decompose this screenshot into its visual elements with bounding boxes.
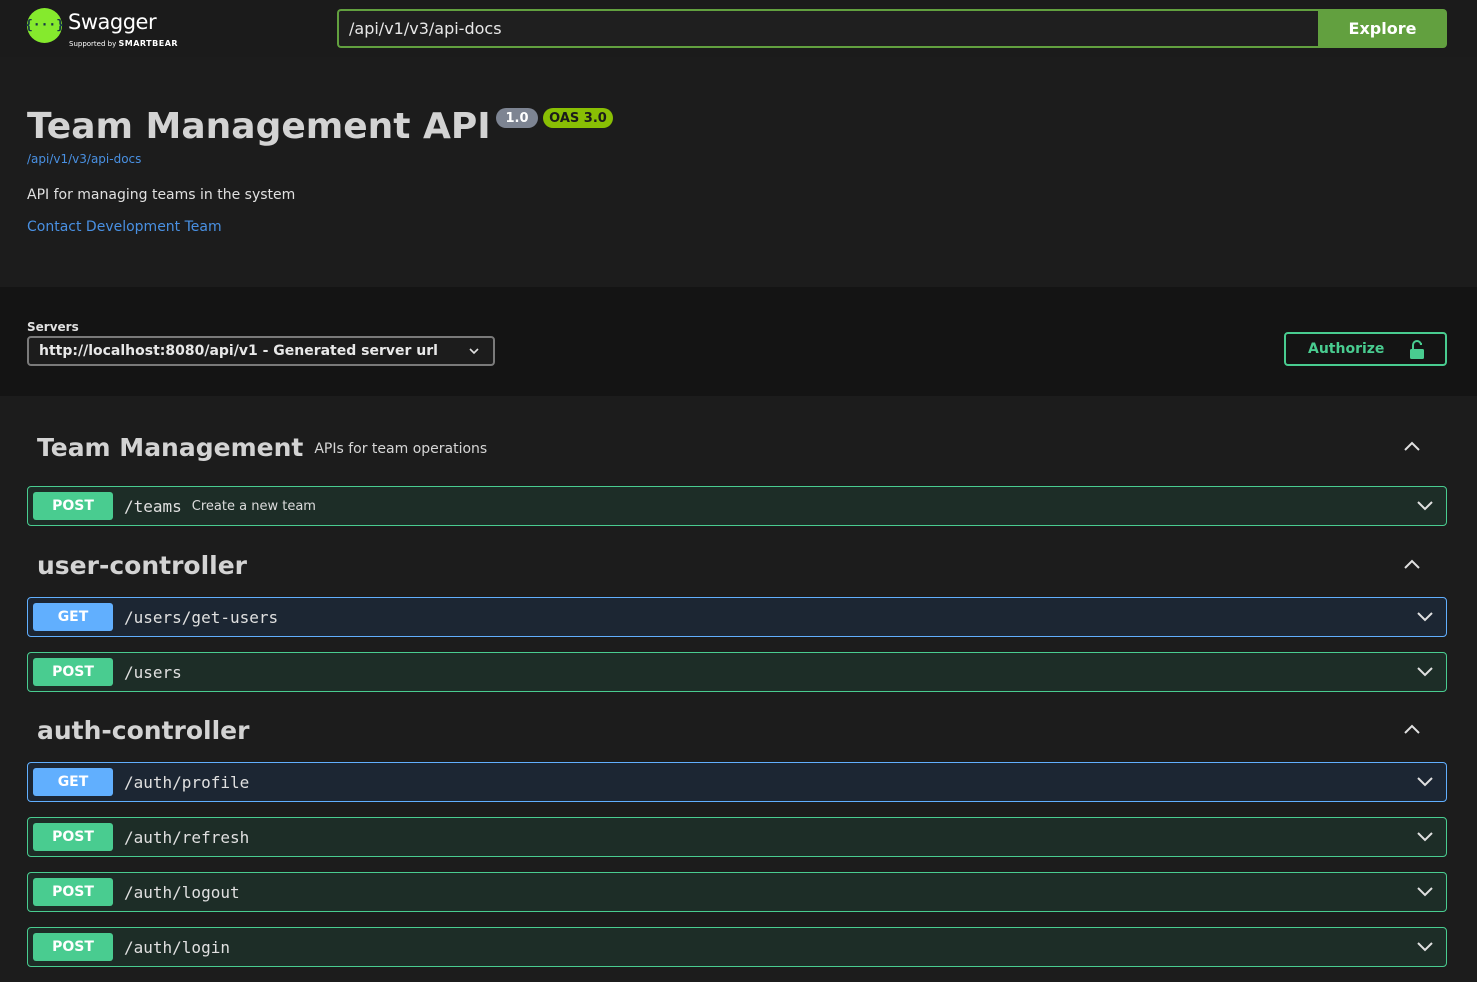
logo-sub-prefix: Supported by <box>69 40 117 48</box>
operation-post-auth-refresh[interactable]: POST /auth/refresh <box>27 817 1447 857</box>
authorize-button[interactable]: Authorize <box>1284 332 1447 366</box>
operation-get-auth-profile[interactable]: GET /auth/profile <box>27 762 1447 802</box>
operation-post-auth-logout[interactable]: POST /auth/logout <box>27 872 1447 912</box>
api-info: Team Management API 1.0 OAS 3.0 /api/v1/… <box>0 57 1477 287</box>
chevron-up-icon[interactable] <box>1403 722 1421 736</box>
tag-header-auth-controller[interactable]: auth-controller <box>27 708 1447 752</box>
method-badge: POST <box>33 933 113 961</box>
api-docs-link[interactable]: /api/v1/v3/api-docs <box>27 152 141 166</box>
version-badge: 1.0 <box>496 108 538 128</box>
chevron-up-icon[interactable] <box>1403 439 1421 453</box>
method-badge: GET <box>33 768 113 796</box>
operation-post-auth-login[interactable]: POST /auth/login <box>27 927 1447 967</box>
operation-path: /users/get-users <box>124 607 279 627</box>
servers-label: Servers <box>27 320 79 334</box>
method-badge: GET <box>33 603 113 631</box>
chevron-down-icon[interactable] <box>1416 940 1434 952</box>
explore-button[interactable]: Explore <box>1318 9 1447 48</box>
logo-wordmark: Swagger <box>68 10 157 34</box>
tag-description: APIs for team operations <box>314 441 488 457</box>
operation-path: /users <box>124 662 182 682</box>
operation-path: /auth/profile <box>124 772 250 792</box>
oas-badge: OAS 3.0 <box>543 108 613 128</box>
api-description: API for managing teams in the system <box>27 187 296 203</box>
api-title: Team Management API <box>27 106 491 147</box>
operation-path: /auth/refresh <box>124 827 250 847</box>
method-badge: POST <box>33 878 113 906</box>
operation-path: /auth/login <box>124 937 230 957</box>
chevron-up-icon[interactable] <box>1403 557 1421 571</box>
operation-path: /teams <box>124 496 182 516</box>
tag-name: Team Management <box>37 432 304 462</box>
operation-post-teams[interactable]: POST /teams Create a new team <box>27 486 1447 526</box>
swagger-logo[interactable]: {···} Swagger Supported by SMARTBEAR <box>25 8 178 50</box>
unlock-icon <box>1410 340 1424 359</box>
servers-section: Servers http://localhost:8080/api/v1 - G… <box>0 287 1477 396</box>
operation-path: /auth/logout <box>124 882 240 902</box>
chevron-down-icon[interactable] <box>1416 499 1434 511</box>
method-badge: POST <box>33 658 113 686</box>
chevron-down-icon[interactable] <box>1416 665 1434 677</box>
tag-name: user-controller <box>37 550 248 580</box>
operation-get-users[interactable]: GET /users/get-users <box>27 597 1447 637</box>
servers-select[interactable]: http://localhost:8080/api/v1 - Generated… <box>27 336 495 366</box>
contact-link[interactable]: Contact Development Team <box>27 219 222 235</box>
servers-selected-value: http://localhost:8080/api/v1 - Generated… <box>39 343 438 359</box>
logo-subtitle: Supported by SMARTBEAR <box>69 39 178 48</box>
operation-post-users[interactable]: POST /users <box>27 652 1447 692</box>
method-badge: POST <box>33 492 113 520</box>
chevron-down-icon <box>469 348 479 355</box>
swagger-logo-icon: {···} <box>25 8 64 43</box>
spec-url-input[interactable]: /api/v1/v3/api-docs <box>337 9 1319 48</box>
operation-summary: Create a new team <box>191 498 316 514</box>
authorize-label: Authorize <box>1308 341 1385 357</box>
tag-name: auth-controller <box>37 715 250 745</box>
tag-header-user-controller[interactable]: user-controller <box>27 543 1447 587</box>
chevron-down-icon[interactable] <box>1416 775 1434 787</box>
chevron-down-icon[interactable] <box>1416 830 1434 842</box>
top-bar: {···} Swagger Supported by SMARTBEAR /ap… <box>0 0 1477 57</box>
chevron-down-icon[interactable] <box>1416 610 1434 622</box>
logo-sub-brand: SMARTBEAR <box>118 39 179 48</box>
method-badge: POST <box>33 823 113 851</box>
chevron-down-icon[interactable] <box>1416 885 1434 897</box>
tag-header-team-management[interactable]: Team Management APIs for team operations <box>27 425 1447 469</box>
